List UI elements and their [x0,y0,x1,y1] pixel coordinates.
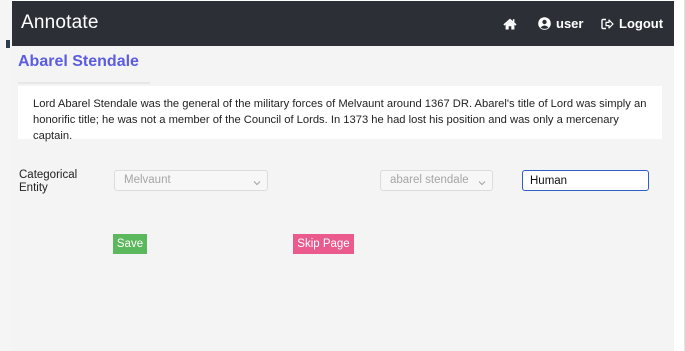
left-edge-marker [6,40,10,48]
title-divider [18,82,150,84]
left-page-strip [0,0,12,351]
skip-page-button[interactable]: Skip Page [293,234,354,254]
page-title: Abarel Stendale [18,53,139,70]
chevron-down-icon [253,177,261,189]
entity-select-value: abarel stendale [390,174,469,186]
nav-user-label: user [556,16,584,31]
app-brand[interactable]: Annotate [21,12,99,34]
user-circle-icon [538,17,551,30]
entity-select[interactable]: abarel stendale [380,170,493,191]
save-button[interactable]: Save [113,234,147,254]
nav-home-link[interactable] [503,1,517,46]
location-select[interactable]: Melvaunt [114,170,268,191]
chevron-down-icon [478,177,486,189]
nav-logout-label: Logout [619,16,664,31]
category-text-input[interactable] [522,170,649,191]
description-text: Lord Abarel Stendale was the general of … [33,98,647,142]
home-icon [503,18,517,30]
top-navbar: Annotate user Logout [12,1,674,46]
sign-out-icon [601,18,614,30]
description-card: Lord Abarel Stendale was the general of … [18,86,662,142]
categorical-entity-label: Categorical Entity [19,169,78,194]
main-content: Abarel Stendale Lord Abarel Stendale was… [12,46,674,351]
nav-user-link[interactable]: user [538,1,583,46]
nav-logout-link[interactable]: Logout [601,1,663,46]
location-select-value: Melvaunt [124,174,171,186]
